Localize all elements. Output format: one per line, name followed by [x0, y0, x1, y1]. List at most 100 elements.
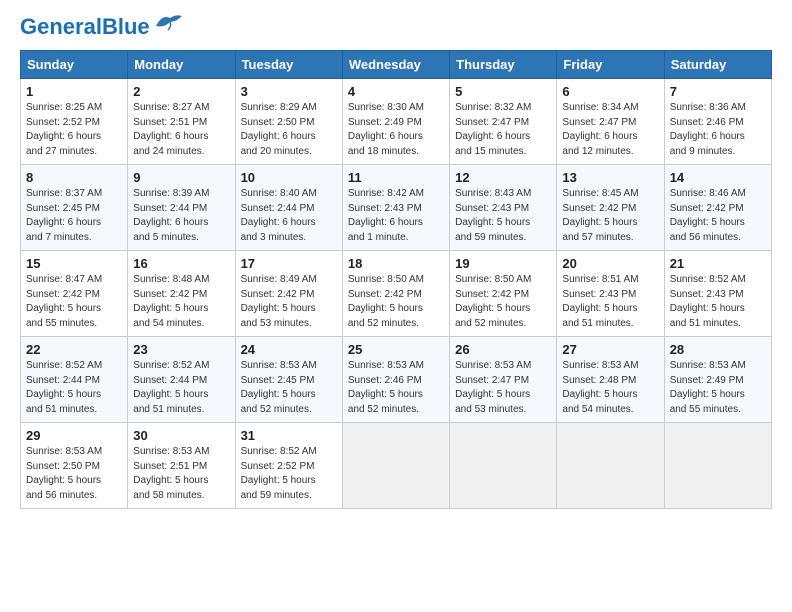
- calendar-cell: 14 Sunrise: 8:46 AM Sunset: 2:42 PM Dayli…: [664, 165, 771, 251]
- day-details: Sunrise: 8:42 AM Sunset: 2:43 PM Dayligh…: [348, 187, 444, 245]
- day-number: 21: [670, 256, 766, 271]
- day-details: Sunrise: 8:48 AM Sunset: 2:42 PM Dayligh…: [133, 273, 229, 331]
- calendar-week-1: 1 Sunrise: 8:25 AM Sunset: 2:52 PM Daylig…: [21, 79, 772, 165]
- day-number: 1: [26, 84, 122, 99]
- day-number: 10: [241, 170, 337, 185]
- day-number: 24: [241, 342, 337, 357]
- day-number: 4: [348, 84, 444, 99]
- day-details: Sunrise: 8:34 AM Sunset: 2:47 PM Dayligh…: [562, 101, 658, 159]
- day-details: Sunrise: 8:52 AM Sunset: 2:52 PM Dayligh…: [241, 445, 337, 503]
- calendar-cell: 16 Sunrise: 8:48 AM Sunset: 2:42 PM Dayli…: [128, 251, 235, 337]
- day-number: 23: [133, 342, 229, 357]
- calendar-cell: 3Sunrise: 8:29 AM Sunset: 2:50 PM Daylig…: [235, 79, 342, 165]
- page: GeneralBlue SundayMondayTuesdayWednesday…: [0, 0, 792, 525]
- column-header-sunday: Sunday: [21, 51, 128, 79]
- logo-blue: Blue: [102, 14, 150, 39]
- calendar-week-3: 15 Sunrise: 8:47 AM Sunset: 2:42 PM Dayli…: [21, 251, 772, 337]
- calendar-cell: [557, 423, 664, 509]
- calendar-cell: 2 Sunrise: 8:27 AM Sunset: 2:51 PM Daylig…: [128, 79, 235, 165]
- day-details: Sunrise: 8:47 AM Sunset: 2:42 PM Dayligh…: [26, 273, 122, 331]
- day-details: Sunrise: 8:52 AM Sunset: 2:44 PM Dayligh…: [133, 359, 229, 417]
- day-details: Sunrise: 8:40 AM Sunset: 2:44 PM Dayligh…: [241, 187, 337, 245]
- calendar-cell: 17 Sunrise: 8:49 AM Sunset: 2:42 PM Dayli…: [235, 251, 342, 337]
- day-details: Sunrise: 8:49 AM Sunset: 2:42 PM Dayligh…: [241, 273, 337, 331]
- day-details: Sunrise: 8:53 AM Sunset: 2:51 PM Dayligh…: [133, 445, 229, 503]
- day-details: Sunrise: 8:25 AM Sunset: 2:52 PM Dayligh…: [26, 101, 122, 159]
- day-number: 5: [455, 84, 551, 99]
- day-number: 13: [562, 170, 658, 185]
- calendar-cell: 26Sunrise: 8:53 AM Sunset: 2:47 PM Dayli…: [450, 337, 557, 423]
- logo-text: GeneralBlue: [20, 16, 150, 38]
- day-details: Sunrise: 8:53 AM Sunset: 2:45 PM Dayligh…: [241, 359, 337, 417]
- day-details: Sunrise: 8:50 AM Sunset: 2:42 PM Dayligh…: [455, 273, 551, 331]
- day-number: 3: [241, 84, 337, 99]
- calendar-cell: 30 Sunrise: 8:53 AM Sunset: 2:51 PM Dayli…: [128, 423, 235, 509]
- day-details: Sunrise: 8:50 AM Sunset: 2:42 PM Dayligh…: [348, 273, 444, 331]
- logo: GeneralBlue: [20, 16, 184, 38]
- day-details: Sunrise: 8:53 AM Sunset: 2:47 PM Dayligh…: [455, 359, 551, 417]
- day-number: 25: [348, 342, 444, 357]
- calendar-cell: 9Sunrise: 8:39 AM Sunset: 2:44 PM Daylig…: [128, 165, 235, 251]
- column-header-monday: Monday: [128, 51, 235, 79]
- calendar-cell: 31 Sunrise: 8:52 AM Sunset: 2:52 PM Dayli…: [235, 423, 342, 509]
- day-number: 17: [241, 256, 337, 271]
- calendar-cell: 28Sunrise: 8:53 AM Sunset: 2:49 PM Dayli…: [664, 337, 771, 423]
- calendar-week-5: 29Sunrise: 8:53 AM Sunset: 2:50 PM Dayli…: [21, 423, 772, 509]
- logo-general: General: [20, 14, 102, 39]
- day-number: 28: [670, 342, 766, 357]
- day-details: Sunrise: 8:32 AM Sunset: 2:47 PM Dayligh…: [455, 101, 551, 159]
- day-details: Sunrise: 8:46 AM Sunset: 2:42 PM Dayligh…: [670, 187, 766, 245]
- day-details: Sunrise: 8:43 AM Sunset: 2:43 PM Dayligh…: [455, 187, 551, 245]
- day-number: 29: [26, 428, 122, 443]
- day-number: 8: [26, 170, 122, 185]
- day-details: Sunrise: 8:39 AM Sunset: 2:44 PM Dayligh…: [133, 187, 229, 245]
- calendar-cell: [342, 423, 449, 509]
- column-header-wednesday: Wednesday: [342, 51, 449, 79]
- day-number: 22: [26, 342, 122, 357]
- day-number: 2: [133, 84, 229, 99]
- day-details: Sunrise: 8:51 AM Sunset: 2:43 PM Dayligh…: [562, 273, 658, 331]
- calendar-cell: 13 Sunrise: 8:45 AM Sunset: 2:42 PM Dayli…: [557, 165, 664, 251]
- day-details: Sunrise: 8:30 AM Sunset: 2:49 PM Dayligh…: [348, 101, 444, 159]
- calendar-cell: 19Sunrise: 8:50 AM Sunset: 2:42 PM Dayli…: [450, 251, 557, 337]
- day-number: 27: [562, 342, 658, 357]
- day-details: Sunrise: 8:45 AM Sunset: 2:42 PM Dayligh…: [562, 187, 658, 245]
- calendar-cell: 22 Sunrise: 8:52 AM Sunset: 2:44 PM Dayli…: [21, 337, 128, 423]
- calendar-week-4: 22 Sunrise: 8:52 AM Sunset: 2:44 PM Dayli…: [21, 337, 772, 423]
- calendar-cell: 18 Sunrise: 8:50 AM Sunset: 2:42 PM Dayli…: [342, 251, 449, 337]
- header: GeneralBlue: [20, 16, 772, 38]
- day-number: 16: [133, 256, 229, 271]
- column-header-saturday: Saturday: [664, 51, 771, 79]
- calendar-cell: 24 Sunrise: 8:53 AM Sunset: 2:45 PM Dayli…: [235, 337, 342, 423]
- calendar-cell: 21 Sunrise: 8:52 AM Sunset: 2:43 PM Dayli…: [664, 251, 771, 337]
- day-number: 6: [562, 84, 658, 99]
- day-number: 14: [670, 170, 766, 185]
- calendar-cell: 11Sunrise: 8:42 AM Sunset: 2:43 PM Dayli…: [342, 165, 449, 251]
- calendar-body: 1 Sunrise: 8:25 AM Sunset: 2:52 PM Daylig…: [21, 79, 772, 509]
- day-number: 12: [455, 170, 551, 185]
- calendar-cell: 6 Sunrise: 8:34 AM Sunset: 2:47 PM Daylig…: [557, 79, 664, 165]
- day-number: 31: [241, 428, 337, 443]
- day-details: Sunrise: 8:37 AM Sunset: 2:45 PM Dayligh…: [26, 187, 122, 245]
- calendar-cell: 20Sunrise: 8:51 AM Sunset: 2:43 PM Dayli…: [557, 251, 664, 337]
- column-header-tuesday: Tuesday: [235, 51, 342, 79]
- calendar-week-2: 8 Sunrise: 8:37 AM Sunset: 2:45 PM Daylig…: [21, 165, 772, 251]
- day-number: 7: [670, 84, 766, 99]
- calendar-cell: 7Sunrise: 8:36 AM Sunset: 2:46 PM Daylig…: [664, 79, 771, 165]
- day-number: 15: [26, 256, 122, 271]
- calendar-cell: 23 Sunrise: 8:52 AM Sunset: 2:44 PM Dayli…: [128, 337, 235, 423]
- calendar-table: SundayMondayTuesdayWednesdayThursdayFrid…: [20, 50, 772, 509]
- calendar-cell: 5 Sunrise: 8:32 AM Sunset: 2:47 PM Daylig…: [450, 79, 557, 165]
- calendar-cell: [450, 423, 557, 509]
- day-number: 18: [348, 256, 444, 271]
- day-details: Sunrise: 8:27 AM Sunset: 2:51 PM Dayligh…: [133, 101, 229, 159]
- column-header-friday: Friday: [557, 51, 664, 79]
- calendar-cell: 25Sunrise: 8:53 AM Sunset: 2:46 PM Dayli…: [342, 337, 449, 423]
- calendar-cell: 8 Sunrise: 8:37 AM Sunset: 2:45 PM Daylig…: [21, 165, 128, 251]
- day-details: Sunrise: 8:52 AM Sunset: 2:44 PM Dayligh…: [26, 359, 122, 417]
- day-details: Sunrise: 8:53 AM Sunset: 2:48 PM Dayligh…: [562, 359, 658, 417]
- day-details: Sunrise: 8:52 AM Sunset: 2:43 PM Dayligh…: [670, 273, 766, 331]
- calendar-cell: 10 Sunrise: 8:40 AM Sunset: 2:44 PM Dayli…: [235, 165, 342, 251]
- day-number: 30: [133, 428, 229, 443]
- calendar-cell: 1 Sunrise: 8:25 AM Sunset: 2:52 PM Daylig…: [21, 79, 128, 165]
